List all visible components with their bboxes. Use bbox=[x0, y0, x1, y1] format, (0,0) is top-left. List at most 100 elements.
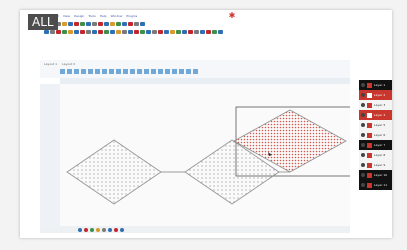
color-swatch[interactable] bbox=[114, 227, 118, 232]
tool-icon[interactable] bbox=[98, 22, 103, 26]
tool-icon[interactable] bbox=[164, 30, 169, 34]
draw-tool-icon[interactable] bbox=[186, 69, 191, 74]
draw-tool-icon[interactable] bbox=[74, 69, 79, 74]
layer-row[interactable]: Layer 2 bbox=[359, 90, 392, 100]
tool-icon[interactable] bbox=[212, 30, 217, 34]
layer-row[interactable]: Layer 7 bbox=[359, 140, 392, 150]
draw-tool-icon[interactable] bbox=[109, 69, 114, 74]
draw-tool-icon[interactable] bbox=[130, 69, 135, 74]
color-swatch[interactable] bbox=[90, 227, 94, 232]
tool-icon[interactable] bbox=[194, 30, 199, 34]
visibility-icon[interactable] bbox=[361, 83, 365, 87]
tool-icon[interactable] bbox=[104, 30, 109, 34]
draw-tool-icon[interactable] bbox=[137, 69, 142, 74]
tool-icon[interactable] bbox=[200, 30, 205, 34]
tool-icon[interactable] bbox=[146, 30, 151, 34]
draw-tool-icon[interactable] bbox=[179, 69, 184, 74]
tool-icon[interactable] bbox=[176, 30, 181, 34]
draw-tool-icon[interactable] bbox=[158, 69, 163, 74]
layer-row[interactable]: Layer 10 bbox=[359, 170, 392, 180]
menu-item[interactable]: Plugins bbox=[126, 13, 137, 19]
tool-icon[interactable] bbox=[158, 30, 163, 34]
visibility-icon[interactable] bbox=[361, 173, 365, 177]
tool-icon[interactable] bbox=[134, 30, 139, 34]
tool-icon[interactable] bbox=[110, 30, 115, 34]
tool-icon[interactable] bbox=[188, 30, 193, 34]
layer-row[interactable]: Layer 3 bbox=[359, 100, 392, 110]
tool-icon[interactable] bbox=[128, 22, 133, 26]
draw-tool-icon[interactable] bbox=[102, 69, 107, 74]
design-canvas[interactable] bbox=[60, 84, 355, 226]
color-swatch[interactable] bbox=[120, 227, 124, 232]
tool-icon[interactable] bbox=[92, 30, 97, 34]
tool-icon[interactable] bbox=[44, 30, 49, 34]
layer-row[interactable]: Layer 11 bbox=[359, 180, 392, 190]
color-swatch[interactable] bbox=[96, 227, 100, 232]
tool-icon[interactable] bbox=[56, 30, 61, 34]
tool-icon[interactable] bbox=[182, 30, 187, 34]
tool-icon[interactable] bbox=[134, 22, 139, 26]
tool-icon[interactable] bbox=[122, 22, 127, 26]
draw-tool-icon[interactable] bbox=[67, 69, 72, 74]
tool-icon[interactable] bbox=[206, 30, 211, 34]
diamond-shape[interactable] bbox=[66, 139, 162, 205]
tool-icon[interactable] bbox=[50, 30, 55, 34]
tool-icon[interactable] bbox=[62, 22, 67, 26]
tool-icon[interactable] bbox=[80, 30, 85, 34]
menu-item[interactable]: Tools bbox=[88, 13, 95, 19]
tool-icon[interactable] bbox=[218, 30, 223, 34]
visibility-icon[interactable] bbox=[361, 143, 365, 147]
tool-icon[interactable] bbox=[62, 30, 67, 34]
visibility-icon[interactable] bbox=[361, 123, 365, 127]
draw-tool-icon[interactable] bbox=[81, 69, 86, 74]
visibility-icon[interactable] bbox=[361, 93, 365, 97]
draw-tool-icon[interactable] bbox=[193, 69, 198, 74]
tool-icon[interactable] bbox=[122, 30, 127, 34]
menu-item[interactable]: Help bbox=[100, 13, 107, 19]
tool-icon[interactable] bbox=[68, 22, 73, 26]
tool-icon[interactable] bbox=[116, 30, 121, 34]
tool-icon[interactable] bbox=[128, 30, 133, 34]
menu-item[interactable]: View bbox=[63, 13, 70, 19]
tool-icon[interactable] bbox=[86, 22, 91, 26]
draw-tool-icon[interactable] bbox=[60, 69, 65, 74]
tool-icon[interactable] bbox=[74, 22, 79, 26]
document-tab[interactable]: Layout 2 bbox=[62, 60, 75, 68]
visibility-icon[interactable] bbox=[361, 163, 365, 167]
layer-row[interactable]: Layer 1 bbox=[359, 80, 392, 90]
layer-row[interactable]: Layer 9 bbox=[359, 160, 392, 170]
color-swatch[interactable] bbox=[78, 227, 82, 232]
tool-icon[interactable] bbox=[98, 30, 103, 34]
draw-tool-icon[interactable] bbox=[116, 69, 121, 74]
tool-icon[interactable] bbox=[152, 30, 157, 34]
layer-row[interactable]: Layer 8 bbox=[359, 150, 392, 160]
draw-tool-icon[interactable] bbox=[95, 69, 100, 74]
color-swatch[interactable] bbox=[84, 227, 88, 232]
visibility-icon[interactable] bbox=[361, 103, 365, 107]
tool-icon[interactable] bbox=[116, 22, 121, 26]
color-swatch[interactable] bbox=[102, 227, 106, 232]
tool-icon[interactable] bbox=[92, 22, 97, 26]
visibility-icon[interactable] bbox=[361, 153, 365, 157]
draw-tool-icon[interactable] bbox=[144, 69, 149, 74]
document-tab[interactable]: Layout 1 bbox=[44, 60, 57, 68]
visibility-icon[interactable] bbox=[361, 113, 365, 117]
tool-icon[interactable] bbox=[104, 22, 109, 26]
draw-tool-icon[interactable] bbox=[151, 69, 156, 74]
tool-icon[interactable] bbox=[140, 22, 145, 26]
tool-icon[interactable] bbox=[140, 30, 145, 34]
visibility-icon[interactable] bbox=[361, 133, 365, 137]
tool-icon[interactable] bbox=[86, 30, 91, 34]
tool-icon[interactable] bbox=[170, 30, 175, 34]
draw-tool-icon[interactable] bbox=[172, 69, 177, 74]
draw-tool-icon[interactable] bbox=[165, 69, 170, 74]
tool-icon[interactable] bbox=[80, 22, 85, 26]
menu-item[interactable]: Window bbox=[111, 13, 123, 19]
menu-item[interactable]: Design bbox=[74, 13, 84, 19]
tool-icon[interactable] bbox=[74, 30, 79, 34]
draw-tool-icon[interactable] bbox=[88, 69, 93, 74]
draw-tool-icon[interactable] bbox=[123, 69, 128, 74]
tool-icon[interactable] bbox=[68, 30, 73, 34]
layer-row[interactable]: Layer 6 bbox=[359, 130, 392, 140]
layer-row[interactable]: Layer 5 bbox=[359, 120, 392, 130]
